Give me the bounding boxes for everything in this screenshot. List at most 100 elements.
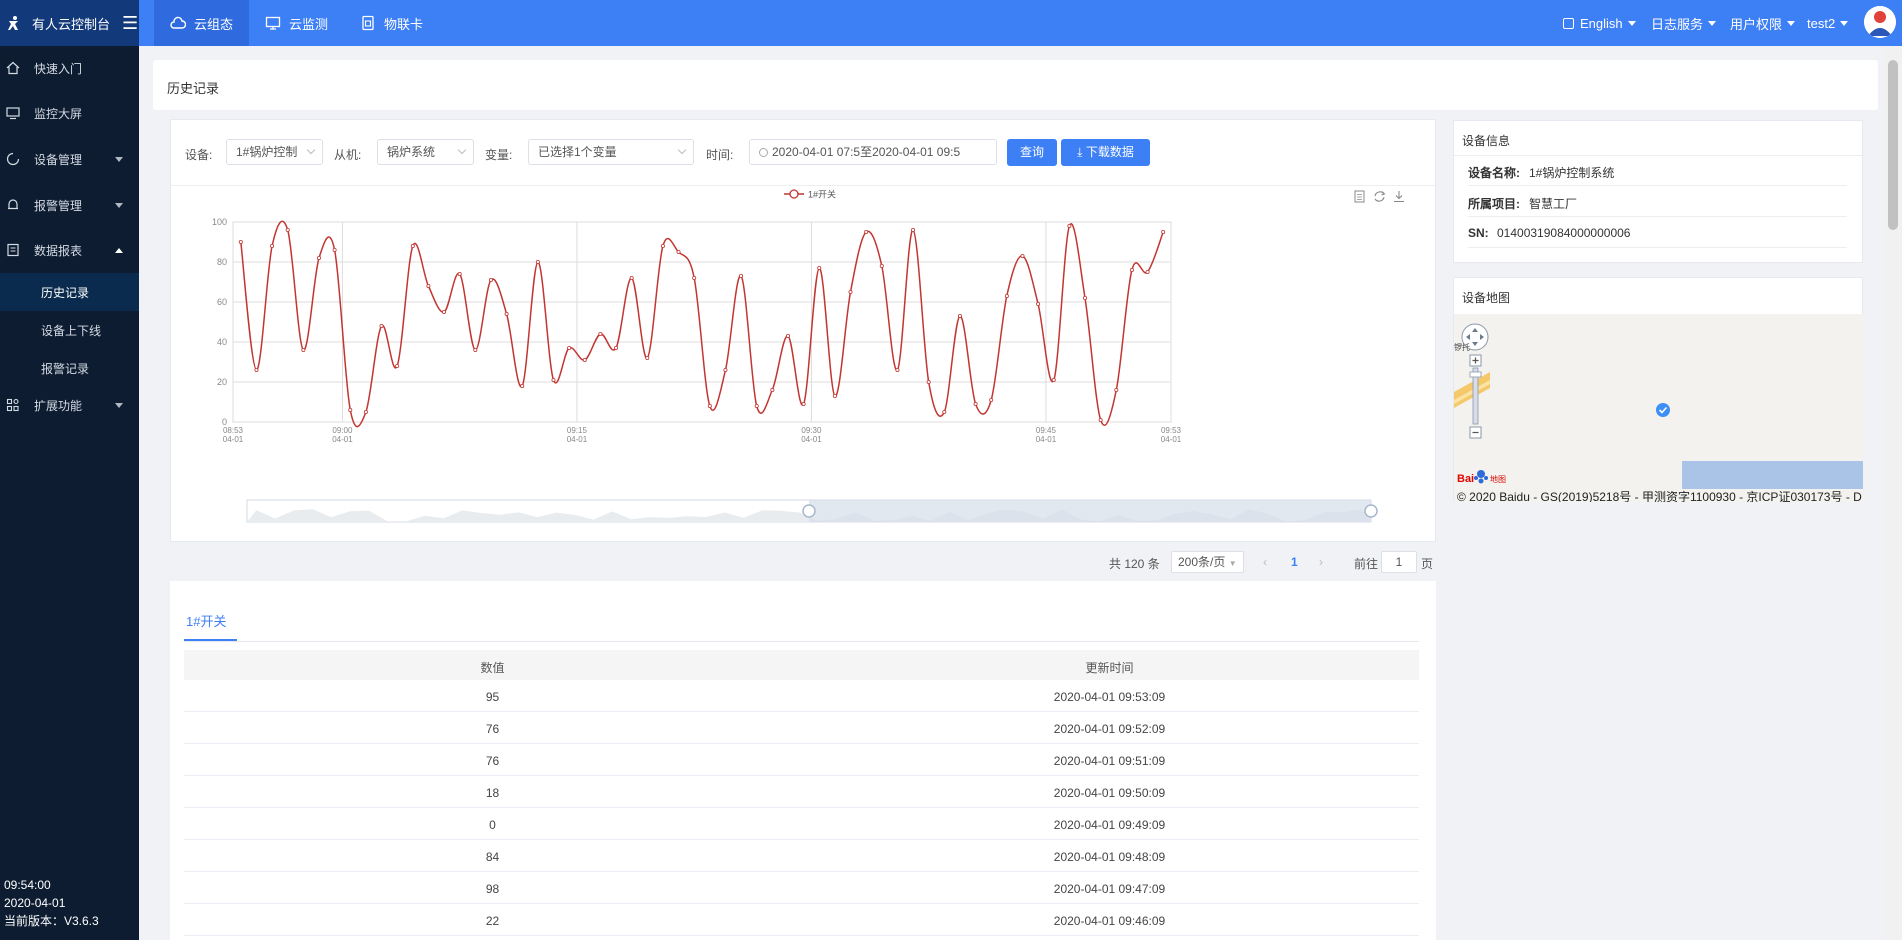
project-key: 所属项目: [1468,197,1520,211]
user-permission-label: 用户权限 [1730,16,1783,32]
data-view-icon[interactable] [1354,190,1365,203]
map-view[interactable]: 锣托 Bai 地图 © 2020 Baidu - GS(2019)5218号 -… [1454,314,1863,502]
data-point [582,357,587,362]
chevron-down-icon [115,202,123,208]
y-tick-label: 100 [212,217,227,227]
download-data-button[interactable]: ⤓ 下载数据 [1061,139,1150,166]
table-row: 22 2020-04-01 09:46:09 [184,904,1419,936]
device-location-marker-icon[interactable] [1656,403,1670,417]
map-zoom-thumb[interactable] [1469,371,1482,378]
sidebar-item-alarm-management[interactable]: 报警管理 [0,183,139,227]
device-name-value: 1#锅炉控制系统 [1529,166,1615,180]
goto-label: 前往 [1354,557,1379,571]
topnav-label: 云监测 [289,16,329,32]
data-point [1129,268,1134,273]
zoom-in-icon[interactable] [1469,354,1482,367]
map-edge-label: 锣托 [1454,342,1470,352]
chevron-down-icon [115,156,123,162]
chart-card: 设备: 1#锅炉控制 从机: 锅炉系统 变量: 已选择1个变量 时间: 2020… [170,119,1436,542]
chevron-down-icon [677,145,687,155]
topnav-iot-card[interactable]: 物联卡 [344,0,439,46]
chevron-down-icon [115,402,123,408]
sn-row: SN: 01400319084000000006 [1468,218,1847,248]
datazoom-end-handle[interactable] [1364,504,1378,518]
restore-icon[interactable] [1374,191,1386,202]
data-point [1020,254,1025,259]
prev-page-icon[interactable]: ‹ [1263,555,1267,569]
device-name-row: 设备名称: 1#锅炉控制系统 [1468,156,1847,186]
data-point [864,230,869,235]
cell-time: 2020-04-01 09:47:09 [1053,882,1166,896]
data-point [723,367,728,372]
sidebar-item-dashboard[interactable]: 监控大屏 [0,91,139,135]
hamburger-menu-icon[interactable]: ☰ [122,14,138,32]
chart-toolbox [1354,190,1404,203]
page-scrollbar[interactable] [1884,46,1902,940]
x-tick-label-time: 09:15 [567,426,588,435]
data-point [520,383,525,388]
topnav-cloud-monitor[interactable]: 云监测 [249,0,344,46]
data-point [363,409,368,414]
page-number-1[interactable]: 1 [1291,555,1298,569]
sidebar-subitem-history[interactable]: 历史记录 [0,273,139,311]
sidebar-item-device-management[interactable]: 设备管理 [0,137,139,181]
cell-value: 98 [485,882,500,896]
next-page-icon[interactable]: › [1319,555,1323,569]
data-point [832,393,837,398]
chart-legend[interactable]: 1#开关 [784,189,836,200]
device-name-key: 设备名称: [1468,166,1520,180]
scrollbar-thumb[interactable] [1888,60,1898,230]
x-tick-label-date: 04-01 [332,435,353,444]
data-point [1083,296,1088,301]
sidebar-subitem-online-offline[interactable]: 设备上下线 [0,311,139,349]
language-dropdown[interactable]: English [1563,0,1636,46]
data-point [848,290,853,295]
query-button-label: 查询 [1019,145,1044,159]
page-size-select[interactable]: 200条/页 ▼ [1171,551,1244,573]
datazoom-slider[interactable] [246,499,1378,523]
query-button[interactable]: 查询 [1007,139,1057,166]
x-tick-label-time: 09:00 [332,426,353,435]
chart-grid [232,221,1172,423]
time-range-picker[interactable]: 2020-04-01 07:5至2020-04-01 09:5 [749,139,997,165]
device-map-header: 设备地图 [1462,291,1511,305]
datazoom-selected-range[interactable] [809,500,1371,522]
page-title: 历史记录 [167,81,220,96]
current-date: 2020-04-01 [4,896,66,910]
topnav-label: 物联卡 [384,16,424,32]
save-image-icon[interactable] [1394,191,1404,203]
data-point [348,407,353,412]
log-service-dropdown[interactable]: 日志服务 [1651,0,1717,46]
data-point [504,312,509,317]
sidebar-subitem-label: 历史记录 [41,285,90,300]
avatar[interactable] [1864,6,1896,38]
datazoom-start-handle[interactable] [802,504,816,518]
cell-time: 2020-04-01 09:50:09 [1053,786,1166,800]
brand-title: 有人云控制台 [32,16,111,32]
baidu-logo-suffix: 地图 [1490,474,1506,484]
sidebar-item-extensions[interactable]: 扩展功能 [0,383,139,427]
brand-logo-icon [8,16,18,30]
user-permission-dropdown[interactable]: 用户权限 [1730,0,1796,46]
zoom-out-icon[interactable] [1469,426,1482,439]
map-copyright: © 2020 Baidu - GS(2019)5218号 - 甲测资字11009… [1457,490,1862,502]
device-select[interactable]: 1#锅炉控制 [226,139,323,165]
data-point [1004,294,1009,299]
cell-time: 2020-04-01 09:48:09 [1053,850,1166,864]
sidebar-item-quick-start[interactable]: 快速入门 [0,46,139,90]
tab-1#开关[interactable]: 1#开关 [186,611,226,630]
data-point [660,244,665,249]
data-point [379,323,384,328]
cell-time: 2020-04-01 09:51:09 [1053,754,1166,768]
slave-select[interactable]: 锅炉系统 [377,139,474,165]
topnav-cloud-config[interactable]: 云组态 [154,0,250,46]
sidebar: 快速入门 监控大屏 设备管理 报警管理 数据报表 历史记录 设备上下线 报警记录… [0,46,139,940]
sidebar-item-data-report[interactable]: 数据报表 [0,228,139,272]
sidebar-subitem-alarm-records[interactable]: 报警记录 [0,349,139,387]
y-tick-label: 20 [217,377,227,387]
legend-label: 1#开关 [808,189,836,200]
variable-select[interactable]: 已选择1个变量 [528,139,694,165]
data-point [535,260,540,265]
user-dropdown[interactable]: test2 [1807,0,1849,46]
goto-page-input[interactable]: 1 [1381,551,1417,573]
